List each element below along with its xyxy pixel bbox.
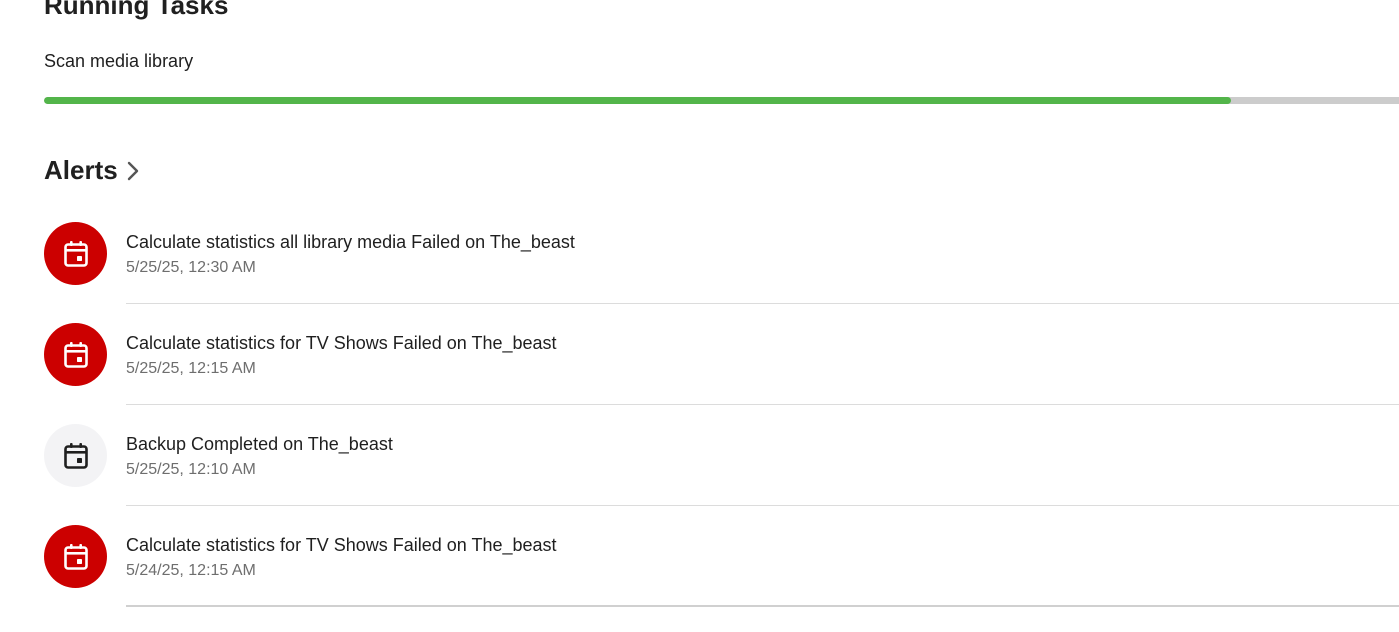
divider — [126, 605, 1399, 607]
chevron-right-icon — [127, 161, 138, 180]
alerts-header-link[interactable]: Alerts — [44, 155, 140, 186]
alert-icon-badge — [44, 323, 107, 386]
task-progress-fill — [44, 97, 1231, 104]
alert-timestamp: 5/25/25, 12:30 AM — [126, 259, 256, 276]
calendar-event-icon — [63, 240, 88, 267]
alert-icon-badge — [44, 525, 107, 588]
alert-title: Calculate statistics for TV Shows Failed… — [126, 333, 557, 353]
calendar-event-icon — [63, 442, 88, 469]
alert-timestamp: 5/25/25, 12:15 AM — [126, 360, 256, 377]
alert-list: Calculate statistics all library media F… — [0, 203, 1399, 607]
alerts-title: Alerts — [44, 155, 118, 185]
alert-timestamp: 5/24/25, 12:15 AM — [126, 562, 256, 579]
task-progress-bar — [44, 97, 1399, 104]
alert-icon-badge — [44, 222, 107, 285]
running-tasks-title: Running Tasks — [44, 0, 229, 20]
alert-title: Calculate statistics for TV Shows Failed… — [126, 535, 557, 555]
alert-title: Calculate statistics all library media F… — [126, 232, 575, 252]
alert-item[interactable]: Calculate statistics all library media F… — [0, 203, 1399, 304]
alert-item[interactable]: Calculate statistics for TV Shows Failed… — [0, 506, 1399, 607]
alert-item[interactable]: Calculate statistics for TV Shows Failed… — [0, 304, 1399, 405]
calendar-event-icon — [63, 543, 88, 570]
calendar-event-icon — [63, 341, 88, 368]
alert-timestamp: 5/25/25, 12:10 AM — [126, 461, 256, 478]
task-name: Scan media library — [44, 51, 194, 71]
alert-item[interactable]: Backup Completed on The_beast 5/25/25, 1… — [0, 405, 1399, 506]
dashboard-page: Running Tasks Scan media library Alerts … — [0, 0, 1399, 632]
alert-title: Backup Completed on The_beast — [126, 434, 393, 454]
alert-icon-badge — [44, 424, 107, 487]
